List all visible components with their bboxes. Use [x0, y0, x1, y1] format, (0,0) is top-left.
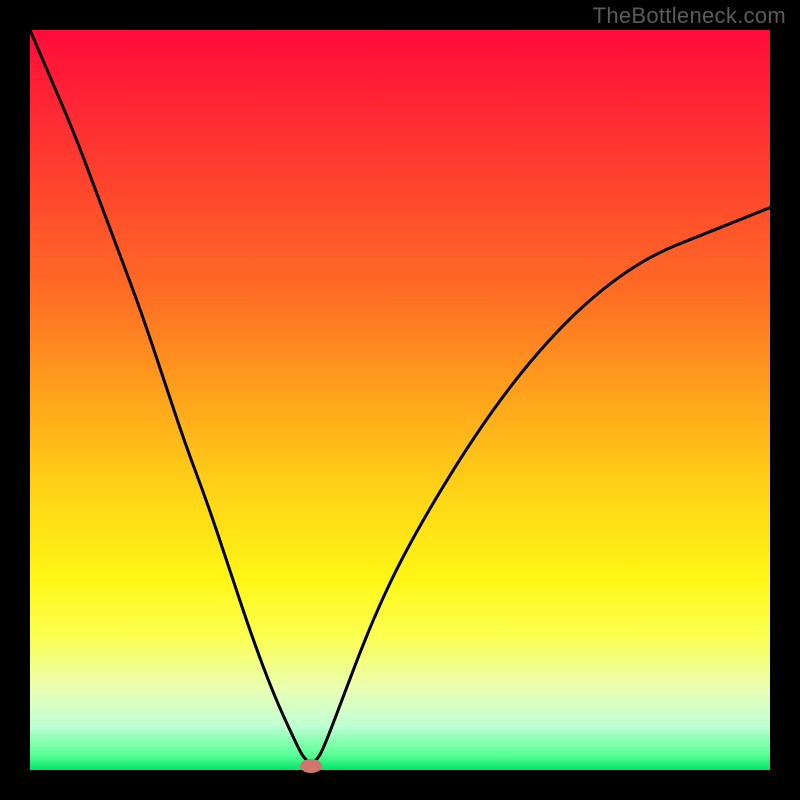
watermark-text: TheBottleneck.com [593, 3, 786, 29]
bottleneck-curve [30, 30, 770, 770]
optimum-marker [300, 759, 322, 773]
